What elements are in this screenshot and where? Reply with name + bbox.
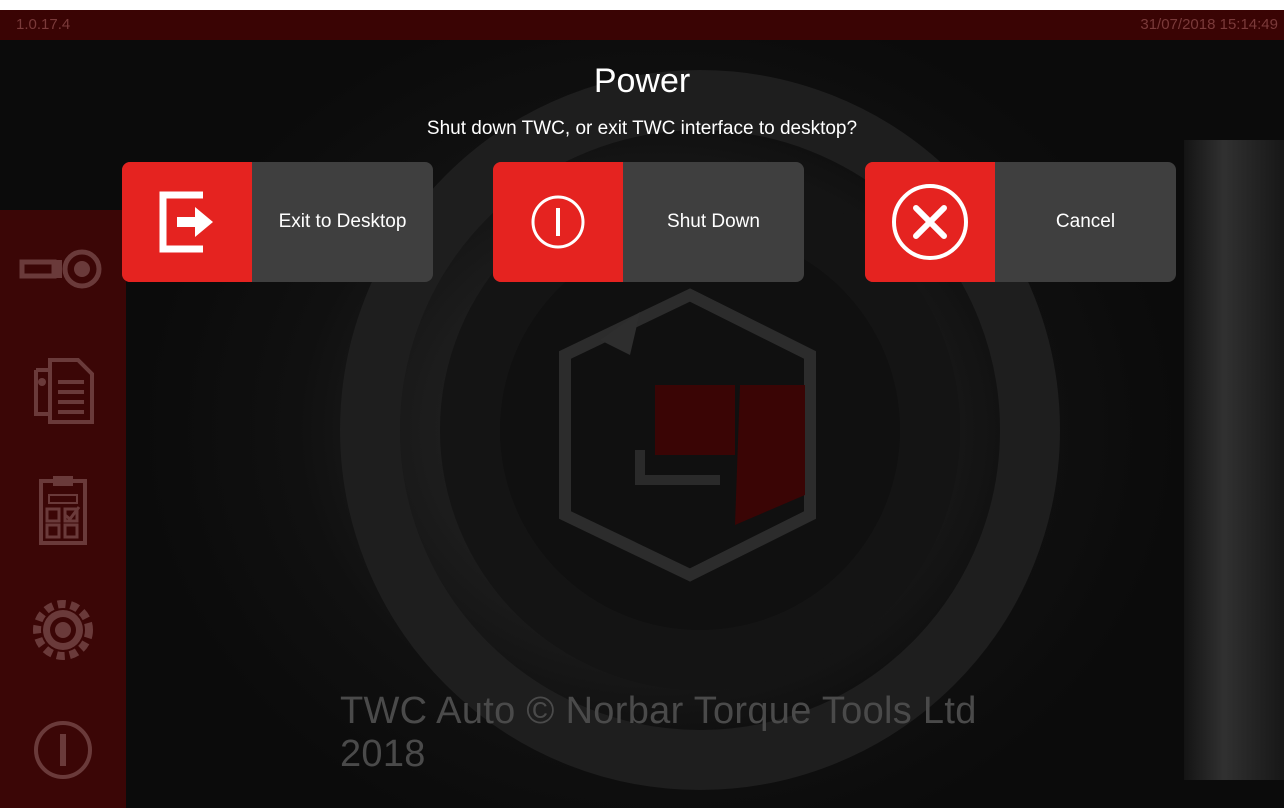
- settings-gear-icon: [33, 600, 93, 660]
- jobs-clipboard-icon: [39, 476, 87, 545]
- dialog-title: Power: [593, 62, 691, 100]
- shut-down-label: Shut Down: [667, 211, 760, 232]
- cancel-button[interactable]: Cancel: [865, 162, 1176, 282]
- dialog-subtitle: Shut down TWC, or exit TWC interface to …: [426, 118, 858, 139]
- datetime-label: 31/07/2018 15:14:49: [1140, 16, 1278, 33]
- documents-icon: [34, 358, 94, 424]
- exit-to-desktop-button[interactable]: Exit to Desktop: [122, 162, 433, 282]
- exit-icon: [159, 191, 213, 253]
- cancel-label: Cancel: [1055, 211, 1116, 232]
- power-icon: [34, 721, 92, 779]
- power-icon: [531, 195, 585, 249]
- power-icon-panel: [493, 162, 623, 282]
- copyright-text: TWC Auto © Norbar Torque Tools Ltd 2018: [340, 690, 977, 775]
- cancel-icon: [892, 184, 968, 260]
- version-label: 1.0.17.4: [16, 16, 71, 33]
- exit-icon-panel: [122, 162, 252, 282]
- sidebar-item-jobs[interactable]: [0, 460, 126, 560]
- sidebar-item-settings[interactable]: [0, 580, 126, 680]
- power-dialog-screen: 1.0.17.4 31/07/2018 15:14:49 Power Shut …: [0, 10, 1284, 808]
- exit-to-desktop-label: Exit to Desktop: [278, 211, 407, 232]
- sidebar-item-documents[interactable]: [0, 340, 126, 440]
- cancel-icon-panel: [865, 162, 995, 282]
- sidebar: [0, 210, 126, 808]
- sidebar-item-power[interactable]: [0, 700, 126, 800]
- status-bar: 1.0.17.4 31/07/2018 15:14:49: [0, 10, 1284, 40]
- wrench-tool-icon: [19, 249, 102, 289]
- sidebar-item-tool[interactable]: [0, 220, 126, 320]
- shut-down-button[interactable]: Shut Down: [493, 162, 804, 282]
